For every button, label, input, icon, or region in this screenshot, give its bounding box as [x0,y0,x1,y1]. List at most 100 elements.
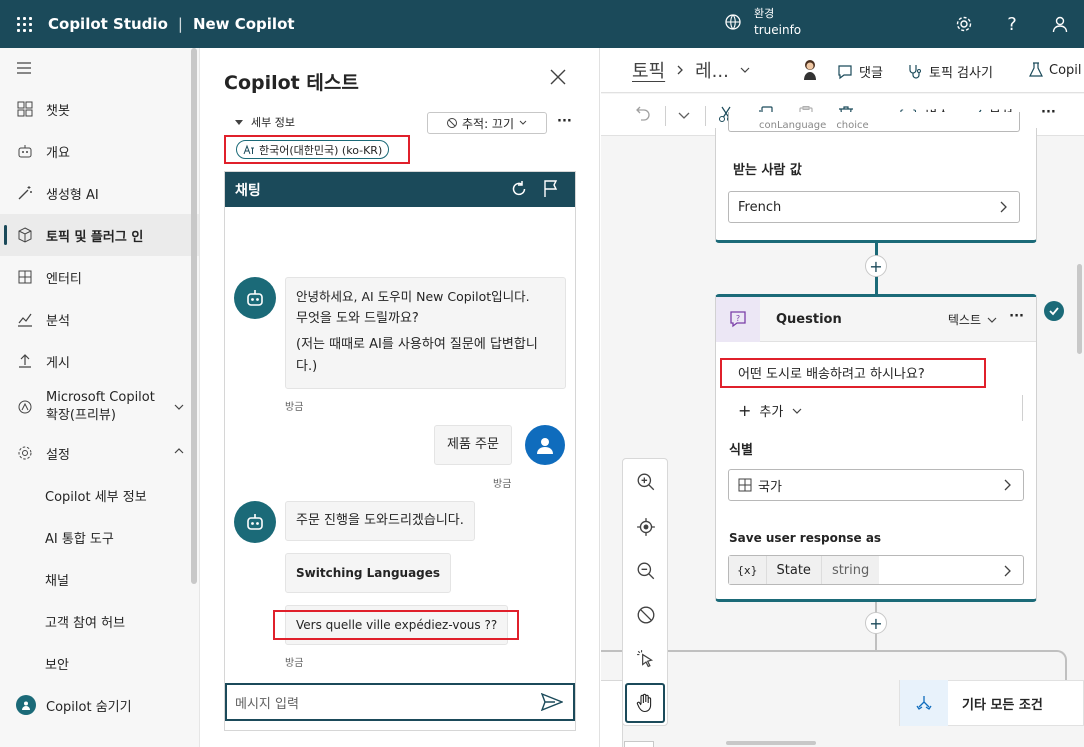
chart-icon [16,310,34,328]
app-name[interactable]: Copilot Studio [48,15,168,33]
other-conditions-label: 기타 모든 조건 [962,697,1043,713]
condition-card-partial[interactable] [601,680,623,747]
translation-highlight [273,610,519,640]
zoom-in-icon[interactable] [636,472,656,492]
environment-picker[interactable]: 환경 trueinfo [724,6,801,38]
question-node-title: Question [776,311,842,327]
nav-menu-toggle[interactable] [0,48,199,88]
pan-hand-button[interactable] [625,683,665,723]
chat-header-title: 채팅 [235,182,261,199]
select-pointer-icon[interactable] [636,649,656,669]
nav-item-settings[interactable]: 설정 [0,432,199,474]
refresh-icon[interactable] [510,180,528,198]
message-input[interactable]: 메시지 입력 [225,683,575,721]
topic-checker-button[interactable]: 토픽 검사기 [907,62,993,81]
trace-label: 추적: 끄기 [461,116,515,131]
comments-button[interactable]: 댓글 [837,62,883,81]
translate-icon [243,144,254,154]
nav-sub-ai-tools[interactable]: AI 통합 도구 [0,516,199,558]
chevron-right-icon [1004,565,1011,577]
nav-item-analytics[interactable]: 분석 [0,298,199,340]
undo-icon[interactable] [635,105,651,121]
breadcrumb-bar: 토픽 레... 댓글 토픽 검사기 Copil [601,48,1084,93]
recipient-label: 받는 사람 값 [733,163,802,178]
nav-sub-copilot-details[interactable]: Copilot 세부 정보 [0,474,199,516]
close-icon[interactable] [549,68,567,86]
chevron-up-icon[interactable] [173,445,185,457]
user-message: 제품 주문 [434,425,512,465]
question-node-card[interactable]: ? Question 텍스트 ··· 어떤 도시로 배송하려고 하시나요? + … [715,294,1037,602]
recenter-icon[interactable] [636,517,656,537]
breadcrumb-topics[interactable]: 토픽 [632,57,665,83]
toolbar-more-icon[interactable]: ··· [1041,105,1056,120]
test-panel: Copilot 테스트 세부 정보 추적: 끄기 ··· 한국어(대한민국) (… [201,48,600,747]
question-icon: ? [716,296,760,342]
trace-toggle-button[interactable]: 추적: 끄기 [427,112,547,134]
add-node-plus-icon[interactable]: + [865,612,887,634]
toolbar-divider [705,106,706,126]
help-glyph: ? [1007,13,1017,35]
details-toggle[interactable]: 세부 정보 [235,114,295,130]
bot-message: 주문 진행을 도와드리겠습니다. [285,501,475,541]
cube-icon [16,226,34,244]
breadcrumb-current[interactable]: 레... [695,57,729,83]
nav-item-overview[interactable]: 개요 [0,130,199,172]
more-options-icon[interactable]: ··· [557,114,572,129]
copilot-button[interactable]: Copil [1029,62,1082,78]
zoom-out-icon[interactable] [636,561,656,581]
canvas-vertical-scrollbar[interactable] [1077,264,1082,354]
add-button[interactable]: + 추가 [738,401,803,420]
variable-name: State [766,556,822,584]
send-icon[interactable] [541,693,563,711]
gear-icon [16,444,34,462]
waffle-icon[interactable] [0,0,48,48]
response-type-dropdown[interactable]: 텍스트 [948,311,998,328]
identify-field[interactable]: 국가 [728,469,1024,501]
chevron-down-icon[interactable] [173,401,185,413]
hide-label: Copilot 숨기기 [46,699,132,715]
user-avatar-icon[interactable] [801,58,819,82]
other-conditions-node[interactable]: 기타 모든 조건 [899,680,1084,726]
chevron-down-icon[interactable] [739,64,751,76]
message-line: 무엇을 도와 드릴까요? [296,311,419,326]
chevron-down-icon[interactable] [677,108,691,122]
language-chip-label: 한국어(대한민국) (ko-KR) [259,143,383,157]
person-icon[interactable] [1036,0,1084,48]
add-node-plus-icon[interactable]: + [865,255,887,277]
minimap-off-icon[interactable] [636,605,656,625]
language-chip[interactable]: 한국어(대한민국) (ko-KR) [236,140,390,159]
svg-text:?: ? [736,314,740,323]
question-text[interactable]: 어떤 도시로 배송하려고 하시나요? [738,363,925,382]
nav-item-publish[interactable]: 게시 [0,340,199,382]
help-icon[interactable]: ? [988,0,1036,48]
gear-icon[interactable] [940,0,988,48]
canvas-horizontal-scrollbar[interactable] [726,741,816,745]
nav-label: 게시 [46,355,70,371]
nav-hide-copilot[interactable]: Copilot 숨기기 [0,684,199,726]
nav-scrollbar[interactable] [191,48,197,584]
user-avatar-icon [525,425,565,465]
language-highlight: 한국어(대한민국) (ko-KR) [224,135,410,164]
nav-sub-engagement-hub[interactable]: 고객 참여 허브 [0,600,199,642]
nav-item-topics[interactable]: 토픽 및 플러그 인 [0,214,199,256]
partial-field[interactable]: conLanguage choice [728,112,1020,132]
nav-item-entities[interactable]: 엔터티 [0,256,199,298]
chat-window: 채팅 안녕하세요, AI 도우미 New Copilot입니다. 무엇을 도와 … [224,171,576,731]
recipient-value-field[interactable]: French [728,191,1020,223]
save-variable-field[interactable]: {x} State string [728,555,1024,585]
hand-icon [636,693,652,713]
recipient-value: French [738,199,782,215]
nav-sub-security[interactable]: 보안 [0,642,199,684]
branch-icon [900,680,948,726]
nav-item-copilot-extensions[interactable]: Microsoft Copilot 확장(프리뷰) [0,382,199,432]
flag-icon[interactable] [543,180,559,198]
node-more-icon[interactable]: ··· [1009,309,1024,324]
message-node-card[interactable]: conLanguage choice 받는 사람 값 French [715,112,1037,243]
identify-value: 국가 [758,479,782,495]
nav-item-generative-ai[interactable]: 생성형 AI [0,172,199,214]
copilot-name[interactable]: New Copilot [193,15,295,33]
upload-icon [16,352,34,370]
nav-item-chatbots[interactable]: 챗봇 [0,88,199,130]
nav-sub-channels[interactable]: 채널 [0,558,199,600]
partial-node [624,741,654,747]
